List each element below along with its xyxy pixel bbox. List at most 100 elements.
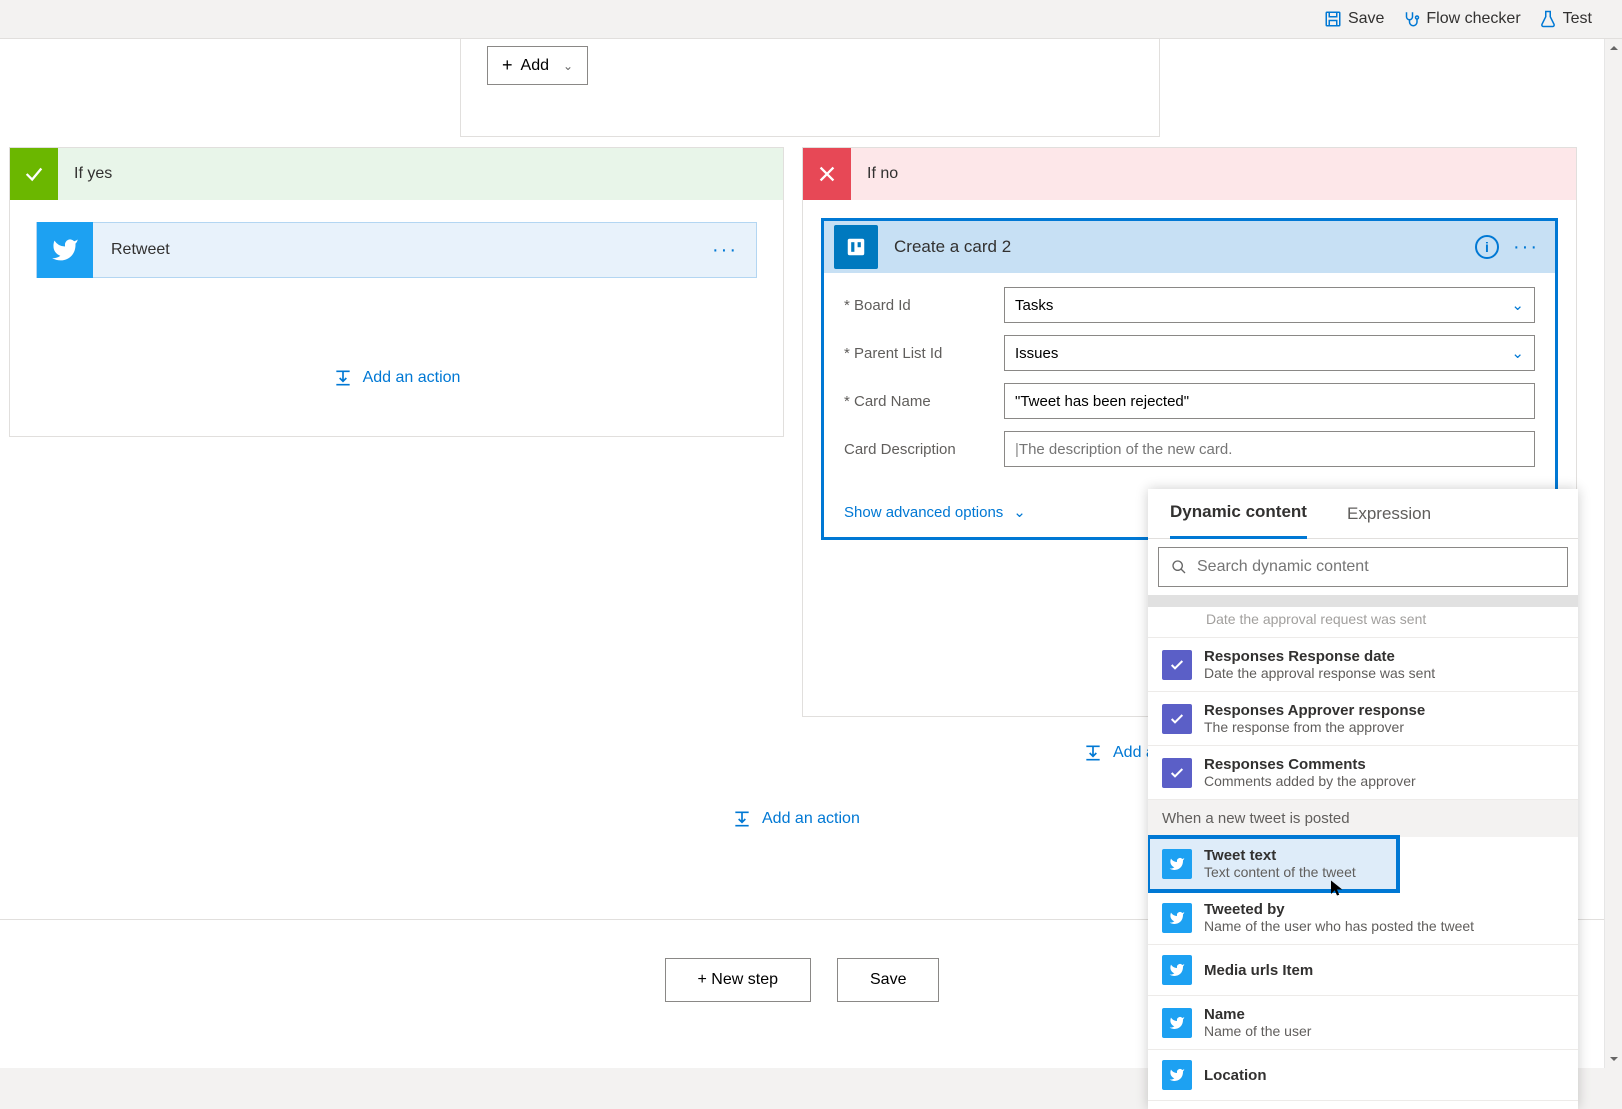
twitter-icon — [1162, 1060, 1192, 1090]
card-more-icon[interactable]: ··· — [1513, 236, 1539, 259]
board-id-value: Tasks — [1015, 297, 1053, 314]
add-button[interactable]: + Add ⌄ — [487, 46, 588, 85]
info-icon[interactable]: i — [1475, 235, 1499, 259]
test-label: Test — [1563, 10, 1592, 28]
approval-icon — [1162, 704, 1192, 734]
add-action-mid[interactable]: Add an action — [732, 809, 860, 829]
insert-icon — [732, 809, 752, 829]
trigger-card: + Add ⌄ — [460, 39, 1160, 137]
tab-expression[interactable]: Expression — [1347, 490, 1431, 538]
scroll-up-icon[interactable] — [1605, 39, 1622, 57]
parent-list-value: Issues — [1015, 345, 1058, 362]
top-toolbar: Save Flow checker Test — [0, 0, 1622, 38]
retweet-action[interactable]: Retweet ··· — [36, 222, 757, 278]
parent-list-select[interactable]: Issues ⌄ — [1004, 335, 1535, 371]
twitter-icon — [1162, 903, 1192, 933]
trello-icon — [834, 225, 878, 269]
new-step-button[interactable]: + New step — [665, 958, 811, 1002]
twitter-icon — [1162, 849, 1192, 879]
search-icon — [1171, 559, 1187, 575]
add-action-yes-label: Add an action — [363, 369, 461, 387]
dynamic-item-title: Responses Response date — [1204, 648, 1435, 665]
create-card-header[interactable]: Create a card 2 i ··· — [824, 221, 1555, 273]
dynamic-item[interactable]: Responses CommentsComments added by the … — [1148, 746, 1578, 800]
flask-icon — [1539, 10, 1557, 28]
chevron-down-icon: ⌄ — [1511, 296, 1524, 314]
stethoscope-icon — [1402, 10, 1420, 28]
dynamic-item-tweet-text[interactable]: Tweet textText content of the tweet — [1148, 837, 1398, 891]
add-label: Add — [521, 57, 549, 75]
insert-icon — [333, 368, 353, 388]
if-no-title: If no — [867, 165, 898, 183]
dynamic-item-title: Tweet text — [1204, 847, 1356, 864]
dynamic-item-title: Media urls Item — [1204, 962, 1313, 979]
flow-checker-button[interactable]: Flow checker — [1402, 10, 1520, 28]
check-icon — [10, 148, 58, 200]
test-button[interactable]: Test — [1539, 10, 1592, 28]
flow-checker-label: Flow checker — [1426, 10, 1520, 28]
dynamic-item-desc: Name of the user — [1204, 1023, 1311, 1039]
popup-divider — [1148, 595, 1578, 607]
show-adv-label: Show advanced options — [844, 504, 1003, 521]
dynamic-item[interactable]: Responses Approver responseThe response … — [1148, 692, 1578, 746]
board-id-select[interactable]: Tasks ⌄ — [1004, 287, 1535, 323]
twitter-icon — [37, 222, 93, 278]
dynamic-item[interactable]: NameName of the user — [1148, 996, 1578, 1050]
dynamic-item[interactable]: Media urls Item — [1148, 945, 1578, 996]
board-id-label: * Board Id — [844, 297, 1004, 314]
dynamic-item-desc: The response from the approver — [1204, 719, 1425, 735]
dynamic-item-title: Location — [1204, 1067, 1267, 1084]
dynamic-item-desc: Name of the user who has posted the twee… — [1204, 918, 1474, 934]
dynamic-item[interactable]: Location — [1148, 1050, 1578, 1101]
twitter-icon — [1162, 1008, 1192, 1038]
if-yes-branch: If yes Retweet ··· Add an action — [9, 147, 784, 437]
x-icon — [803, 148, 851, 200]
create-card-title: Create a card 2 — [894, 237, 1011, 257]
add-action-mid-label: Add an action — [762, 810, 860, 828]
dynamic-search[interactable] — [1158, 547, 1568, 587]
save-icon — [1324, 10, 1342, 28]
popup-tabs: Dynamic content Expression — [1148, 489, 1578, 539]
dynamic-item-title: Responses Comments — [1204, 756, 1416, 773]
dynamic-item-title: Tweeted by — [1204, 901, 1474, 918]
dynamic-content-popup: Dynamic content Expression Date the appr… — [1148, 489, 1578, 1109]
card-form: * Board Id Tasks ⌄ * Parent List Id Issu… — [824, 273, 1555, 485]
chevron-down-icon: ⌄ — [1511, 344, 1524, 362]
mouse-cursor-icon — [1328, 879, 1346, 902]
dynamic-item[interactable]: Responses Response dateDate the approval… — [1148, 638, 1578, 692]
dynamic-item-desc: Comments added by the approver — [1204, 773, 1416, 789]
chevron-down-icon: ⌄ — [563, 59, 573, 73]
plus-icon: + — [502, 55, 513, 76]
retweet-more-icon[interactable]: ··· — [712, 239, 738, 262]
if-yes-header: If yes — [10, 148, 783, 200]
retweet-label: Retweet — [111, 241, 170, 259]
dynamic-item-title: Name — [1204, 1006, 1311, 1023]
save-button[interactable]: Save — [1324, 10, 1384, 28]
if-yes-title: If yes — [74, 165, 112, 183]
save-flow-button[interactable]: Save — [837, 958, 939, 1002]
dynamic-item[interactable]: Tweeted byName of the user who has poste… — [1148, 891, 1578, 945]
add-action-yes[interactable]: Add an action — [10, 368, 783, 388]
if-no-header: If no — [803, 148, 1576, 200]
flow-canvas: + Add ⌄ If yes Retweet ··· Add an action… — [0, 38, 1622, 1068]
save-label: Save — [1348, 10, 1384, 28]
approval-icon — [1162, 758, 1192, 788]
dynamic-item-title: Responses Approver response — [1204, 702, 1425, 719]
dynamic-search-field[interactable] — [1197, 558, 1555, 576]
insert-icon — [1083, 743, 1103, 763]
tab-dynamic-content[interactable]: Dynamic content — [1170, 489, 1307, 539]
scroll-down-icon[interactable] — [1605, 1050, 1622, 1068]
dynamic-item-desc: Date the approval response was sent — [1204, 665, 1435, 681]
card-name-label: * Card Name — [844, 393, 1004, 410]
approval-icon — [1162, 650, 1192, 680]
card-desc-label: Card Description — [844, 441, 1004, 458]
card-name-input[interactable] — [1004, 383, 1535, 419]
card-desc-input[interactable]: | — [1004, 431, 1535, 467]
card-name-field[interactable] — [1015, 393, 1524, 410]
twitter-icon — [1162, 955, 1192, 985]
dynamic-item-cut[interactable]: Date the approval request was sent — [1148, 607, 1578, 638]
vertical-scrollbar[interactable] — [1604, 39, 1622, 1068]
twitter-section-header: When a new tweet is posted — [1148, 800, 1578, 837]
chevron-down-icon: ⌄ — [1013, 503, 1026, 521]
card-desc-field[interactable] — [1019, 441, 1524, 458]
